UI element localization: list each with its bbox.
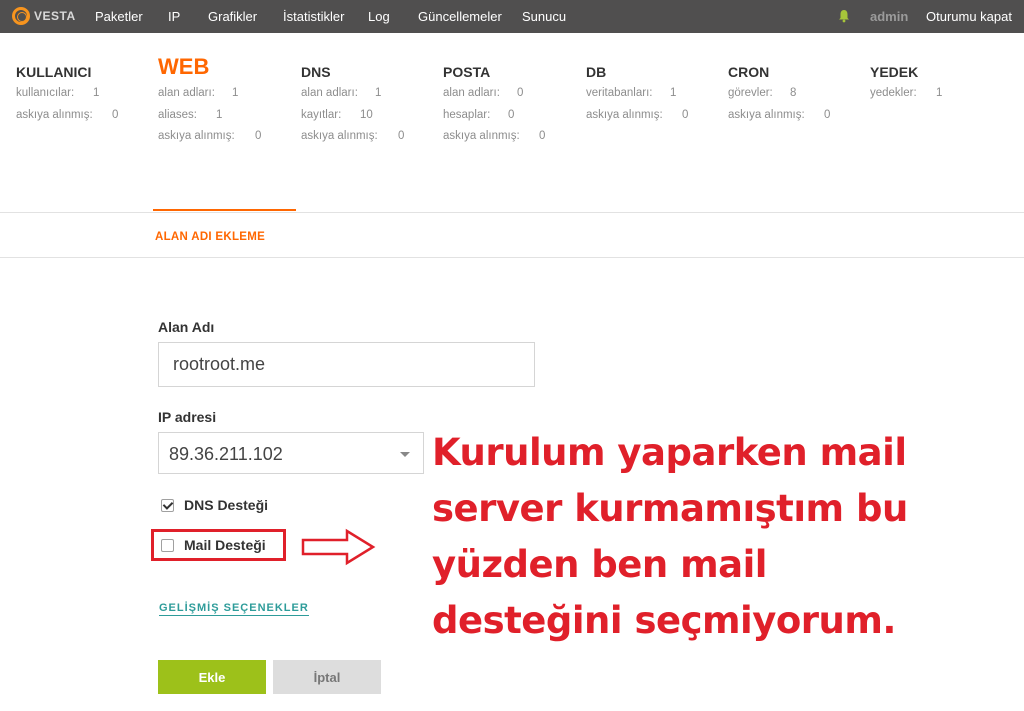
stat-title: YEDEK xyxy=(870,64,919,80)
stat-value: 1 xyxy=(232,87,239,99)
stat-title-active: WEB xyxy=(158,54,210,79)
stat-db[interactable]: DB veritabanları: 1 askıya alınmış: 0 xyxy=(586,63,688,130)
annotation-highlight-box xyxy=(151,529,286,561)
cancel-button[interactable]: İptal xyxy=(273,660,381,694)
stat-value: 0 xyxy=(398,130,405,142)
page-subtitle: ALAN ADI EKLEME xyxy=(155,231,266,243)
bell-icon[interactable] xyxy=(838,9,850,23)
stat-value: 0 xyxy=(539,130,546,142)
stat-posta[interactable]: POSTA alan adları: 0 hesaplar: 0 askıya al… xyxy=(443,63,545,152)
stat-cron[interactable]: CRON görevler: 8 askıya alınmış: 0 xyxy=(728,63,830,130)
chevron-down-icon xyxy=(400,452,410,457)
stat-value: 10 xyxy=(360,108,373,121)
annotation-arrow-icon xyxy=(301,528,376,566)
stat-label: askıya alınmış: xyxy=(158,130,235,142)
stat-label: askıya alınmış: xyxy=(586,108,663,121)
stat-value: 8 xyxy=(790,87,797,99)
dns-support-checkbox[interactable] xyxy=(161,499,174,512)
annotation-line: Kurulum yaparken mail xyxy=(432,431,907,474)
annotation-line: desteğini seçmiyorum. xyxy=(432,599,896,642)
stat-label: askıya alınmış: xyxy=(443,130,520,142)
stat-label: alan adları: xyxy=(301,87,358,99)
stat-label: aliases: xyxy=(158,108,197,121)
stat-value: 1 xyxy=(670,87,677,99)
stat-title: DB xyxy=(586,64,607,80)
stat-label: hesaplar: xyxy=(443,108,491,121)
stat-label: alan adları: xyxy=(443,87,500,99)
stat-value: 1 xyxy=(375,87,382,99)
advanced-options-link[interactable]: GELİŞMİŞ SEÇENEKLER xyxy=(159,602,309,616)
active-tab-underline xyxy=(153,209,296,211)
annotation-line: server kurmamıştım bu xyxy=(432,487,908,530)
annotation-text: Kurulum yaparken mail server kurmamıştım… xyxy=(432,425,972,649)
stat-label: görevler: xyxy=(728,87,773,99)
nav-ip[interactable]: IP xyxy=(168,9,180,24)
ip-label: IP adresi xyxy=(158,409,217,425)
stat-label: askıya alınmış: xyxy=(728,108,805,121)
top-navbar: VESTA Paketler IP Grafikler İstatistikle… xyxy=(0,0,1024,33)
nav-guncellemeler[interactable]: Güncellemeler xyxy=(418,9,502,24)
divider xyxy=(0,257,1024,258)
stat-label: kayıtlar: xyxy=(301,108,342,121)
stat-value: 0 xyxy=(112,108,119,121)
stat-web[interactable]: WEB alan adları: 1 aliases: 1 askıya alınm… xyxy=(158,54,262,152)
vesta-logo[interactable]: VESTA xyxy=(12,7,76,25)
stat-title: CRON xyxy=(728,64,770,80)
stat-value: 0 xyxy=(517,87,524,99)
dns-support-label[interactable]: DNS Desteği xyxy=(184,497,268,513)
add-button[interactable]: Ekle xyxy=(158,660,266,694)
nav-paketler[interactable]: Paketler xyxy=(95,9,143,24)
stat-value: 1 xyxy=(93,87,100,99)
stat-value: 0 xyxy=(508,108,515,121)
stat-title: POSTA xyxy=(443,64,491,80)
user-name-link[interactable]: admin xyxy=(870,9,908,24)
stat-dns[interactable]: DNS alan adları: 1 kayıtlar: 10 askıya alı… xyxy=(301,63,404,152)
stat-kullanici[interactable]: KULLANICI kullanıcılar: 1 askıya alınmış:… xyxy=(16,63,118,130)
stat-value: 0 xyxy=(824,108,831,121)
domain-input[interactable] xyxy=(158,342,535,387)
stat-label: veritabanları: xyxy=(586,87,653,99)
stat-value: 1 xyxy=(936,87,943,99)
logo-text: VESTA xyxy=(34,9,76,23)
stat-value: 0 xyxy=(255,130,262,142)
stat-value: 0 xyxy=(682,108,689,121)
stat-label: yedekler: xyxy=(870,87,917,99)
ip-select[interactable]: 89.36.211.102 xyxy=(158,432,424,474)
stat-label: kullanıcılar: xyxy=(16,87,75,99)
nav-grafikler[interactable]: Grafikler xyxy=(208,9,257,24)
stat-yedek[interactable]: YEDEK yedekler: 1 xyxy=(870,63,942,109)
ip-select-value: 89.36.211.102 xyxy=(169,444,283,464)
stat-title: DNS xyxy=(301,64,331,80)
nav-log[interactable]: Log xyxy=(368,9,390,24)
vesta-logo-icon xyxy=(12,7,30,25)
divider xyxy=(0,212,1024,213)
stat-label: alan adları: xyxy=(158,87,215,99)
logout-link[interactable]: Oturumu kapat xyxy=(926,9,1012,24)
stat-value: 1 xyxy=(216,108,223,121)
stat-title: KULLANICI xyxy=(16,64,92,80)
domain-label: Alan Adı xyxy=(158,319,215,335)
stat-label: askıya alınmış: xyxy=(301,130,378,142)
nav-sunucu[interactable]: Sunucu xyxy=(522,9,566,24)
nav-istatistikler[interactable]: İstatistikler xyxy=(283,9,344,24)
annotation-line: yüzden ben mail xyxy=(432,543,768,586)
stat-label: askıya alınmış: xyxy=(16,108,93,121)
